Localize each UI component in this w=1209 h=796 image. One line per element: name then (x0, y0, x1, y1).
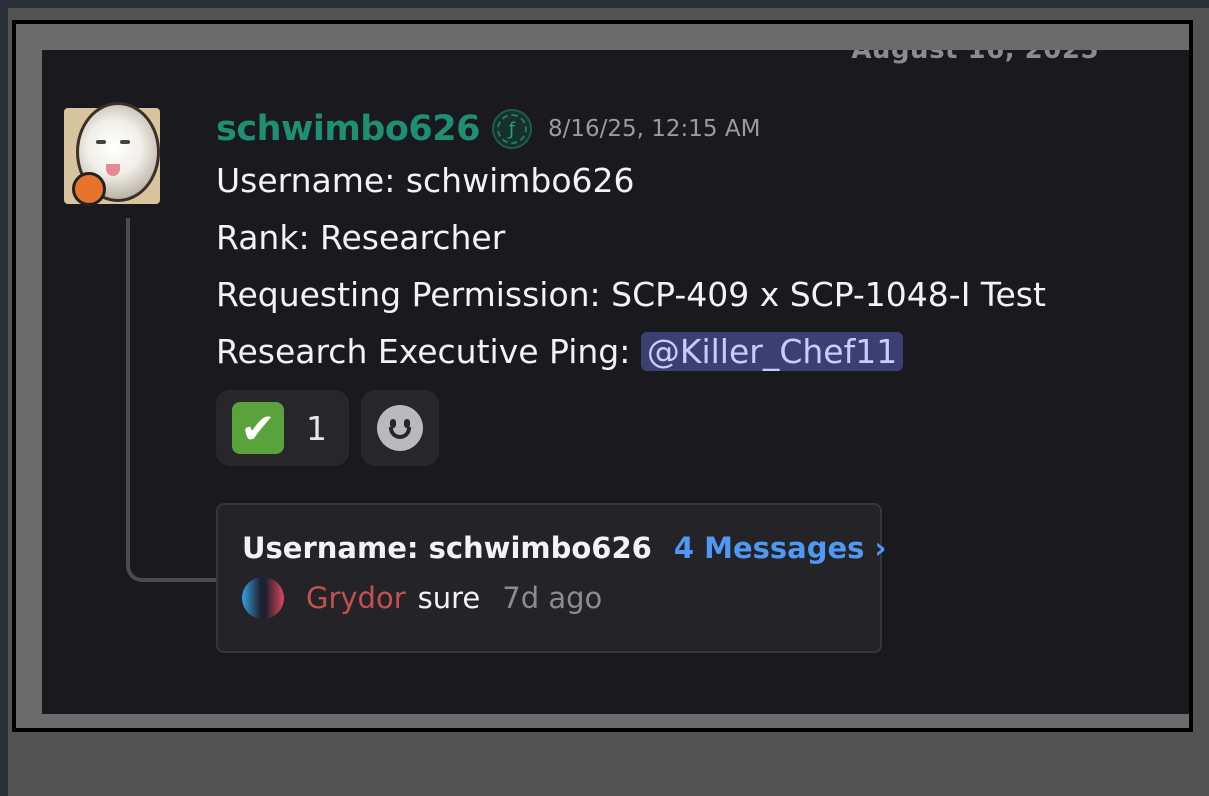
reaction-count: 1 (306, 408, 327, 448)
leaf-role-icon[interactable]: ƒ (491, 109, 532, 149)
user-mention[interactable]: @Killer_Chef11 (640, 332, 904, 371)
message-line-request: Requesting Permission: SCP-409 x SCP-104… (216, 275, 1046, 314)
reply-avatar (242, 577, 284, 619)
message: schwimbo626 ƒ 8/16/25, 12:15 AM Username… (216, 106, 1046, 466)
thread-last-reply: Grydor sure 7d ago (242, 577, 856, 619)
smiley-icon (377, 405, 423, 451)
add-reaction-button[interactable] (361, 390, 439, 466)
role-icon-glyph: ƒ (496, 114, 527, 144)
reply-time: 7d ago (502, 581, 603, 615)
reply-author[interactable]: Grydor (306, 581, 406, 615)
message-line-rank: Rank: Researcher (216, 218, 506, 257)
reaction-check[interactable]: ✔ 1 (216, 390, 349, 466)
thread-preview-card[interactable]: Username: schwimbo626 4 Messages › Grydo… (216, 503, 886, 653)
thread-connector-line (126, 218, 220, 582)
date-divider: August 16, 2025 (851, 50, 1099, 65)
check-mark-icon: ✔ (232, 402, 284, 454)
author-avatar[interactable] (64, 102, 160, 206)
message-line-ping: Research Executive Ping: @Killer_Chef11 (216, 323, 1046, 380)
ping-label: Research Executive Ping: (216, 332, 641, 371)
chat-panel: August 16, 2025 schwimbo626 ƒ 8/16/25, 1… (42, 50, 1189, 714)
author-name[interactable]: schwimbo626 (216, 109, 480, 149)
message-timestamp[interactable]: 8/16/25, 12:15 AM (548, 116, 760, 142)
thread-title: Username: schwimbo626 (242, 531, 652, 565)
reactions-bar: ✔ 1 (216, 390, 1046, 466)
avatar-eye (96, 140, 106, 144)
message-header: schwimbo626 ƒ 8/16/25, 12:15 AM (216, 106, 1046, 152)
avatar-drum (72, 172, 106, 206)
thread-message-count-link[interactable]: 4 Messages › (674, 531, 887, 565)
reply-text: sure (417, 581, 481, 615)
message-line-username: Username: schwimbo626 (216, 161, 635, 200)
avatar-eye (120, 140, 130, 144)
thread-header: Username: schwimbo626 4 Messages › (242, 531, 886, 565)
